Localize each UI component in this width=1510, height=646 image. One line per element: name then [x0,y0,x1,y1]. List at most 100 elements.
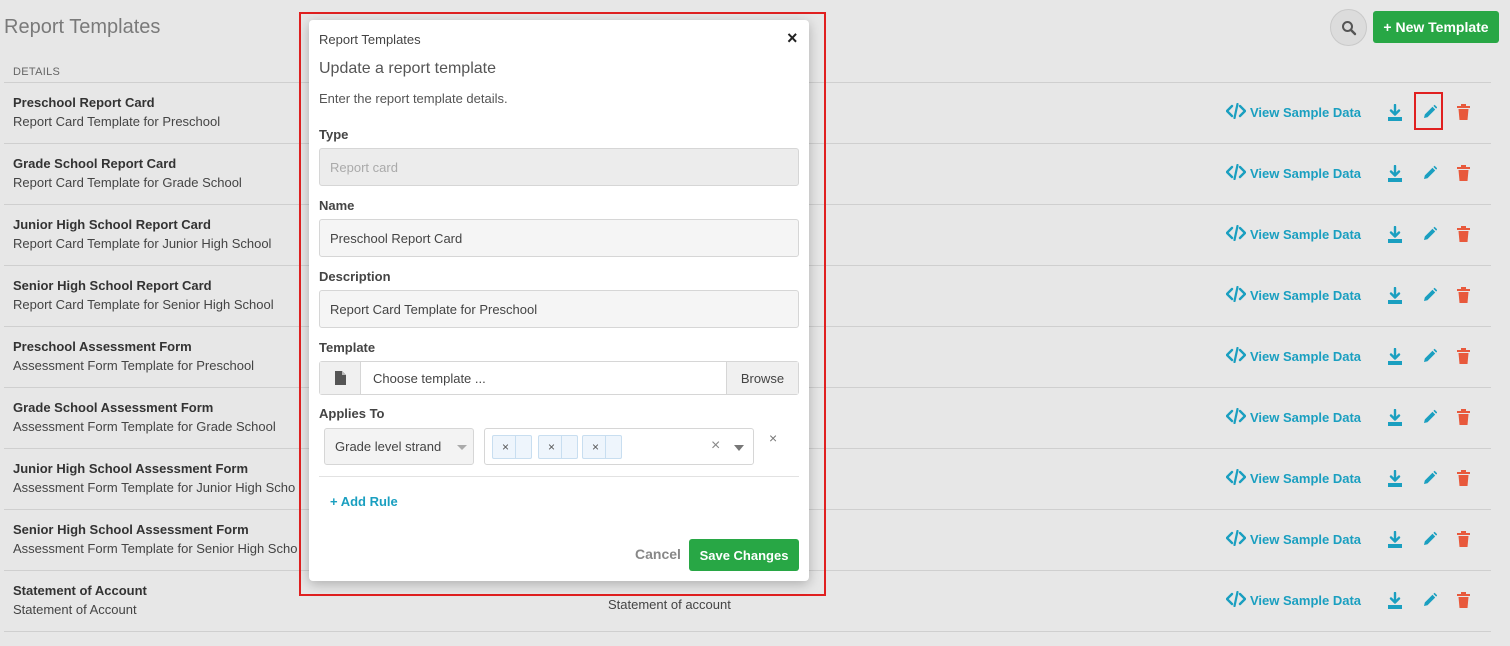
add-rule-link[interactable]: + Add Rule [330,494,398,509]
delete-icon[interactable] [1456,286,1471,304]
applies-to-label: Applies To [319,406,385,421]
cancel-button[interactable]: Cancel [635,546,681,562]
search-button[interactable] [1330,9,1367,46]
rule-divider [319,476,799,477]
modal-subtitle: Enter the report template details. [319,91,508,106]
edit-icon[interactable] [1421,225,1438,243]
rule-values-multiselect[interactable]: × × × × [484,428,754,465]
view-sample-data-link[interactable]: View Sample Data [1225,407,1361,427]
code-icon [1225,102,1247,122]
view-sample-data-label: View Sample Data [1250,227,1362,242]
remove-rule-icon[interactable]: × [769,430,777,446]
chevron-down-icon [457,445,467,450]
delete-icon[interactable] [1456,347,1471,365]
value-chip: × [538,435,578,459]
details-column-header: DETAILS [13,66,61,78]
download-icon[interactable] [1387,164,1403,183]
rule-field-select[interactable]: Grade level strand [324,428,474,465]
edit-icon[interactable] [1421,286,1438,304]
view-sample-data-label: View Sample Data [1250,593,1362,608]
edit-icon[interactable] [1421,408,1438,426]
download-icon[interactable] [1387,103,1403,122]
template-name: Preschool Assessment Form [13,339,192,354]
close-icon[interactable]: × [787,28,798,49]
view-sample-data-label: View Sample Data [1250,105,1362,120]
template-description: Report Card Template for Junior High Sch… [13,236,272,251]
type-label: Type [319,127,349,142]
description-field[interactable]: Report Card Template for Preschool [319,290,799,328]
delete-icon[interactable] [1456,164,1471,182]
delete-icon[interactable] [1456,591,1471,609]
template-file-input[interactable]: Choose template ... Browse [319,361,799,395]
download-icon[interactable] [1387,408,1403,427]
template-description: Report Card Template for Senior High Sch… [13,297,274,312]
download-icon[interactable] [1387,530,1403,549]
name-field[interactable]: Preschool Report Card [319,219,799,257]
view-sample-data-link[interactable]: View Sample Data [1225,529,1362,549]
template-description: Report Card Template for Preschool [13,114,221,129]
download-icon[interactable] [1387,469,1403,488]
update-template-modal: Report Templates × Update a report templ… [309,20,809,581]
chip-remove-icon[interactable]: × [502,440,509,454]
view-sample-data-link[interactable]: View Sample Data [1225,224,1362,244]
chip-remove-icon[interactable]: × [548,440,555,454]
edit-icon[interactable] [1421,530,1438,548]
template-name: Statement of Account [13,583,147,598]
edit-icon[interactable] [1421,469,1438,487]
code-icon [1225,346,1247,366]
template-name: Grade School Assessment Form [13,400,214,415]
view-sample-data-link[interactable]: View Sample Data [1225,346,1361,366]
modal-breadcrumb: Report Templates [319,32,421,47]
delete-icon[interactable] [1456,469,1471,487]
type-field: Report card [319,148,799,186]
download-icon[interactable] [1387,347,1403,366]
code-icon [1225,529,1247,549]
template-description: Assessment Form Template for Junior High… [13,480,296,495]
template-name: Senior High School Report Card [13,278,212,293]
save-changes-button[interactable]: Save Changes [689,539,799,571]
template-type: Statement of account [608,597,731,612]
view-sample-data-link[interactable]: View Sample Data [1225,163,1361,183]
delete-icon[interactable] [1456,530,1471,548]
new-template-button[interactable]: + New Template [1373,11,1499,43]
edit-icon[interactable] [1421,164,1438,182]
code-icon [1225,407,1247,427]
file-icon [320,362,361,394]
search-icon [1341,20,1356,35]
template-name: Junior High School Report Card [13,217,211,232]
delete-icon[interactable] [1456,103,1471,121]
delete-icon[interactable] [1456,408,1471,426]
edit-icon[interactable] [1421,591,1438,609]
code-icon [1225,285,1247,305]
download-icon[interactable] [1387,286,1403,305]
code-icon [1225,590,1247,610]
template-name: Senior High School Assessment Form [13,522,249,537]
chevron-down-icon[interactable] [734,445,744,451]
browse-button[interactable]: Browse [726,362,798,394]
view-sample-data-label: View Sample Data [1250,532,1362,547]
rule-field-value: Grade level strand [335,439,442,454]
template-label: Template [319,340,376,355]
view-sample-data-link[interactable]: View Sample Data [1225,285,1361,305]
template-description: Assessment Form Template for Senior High… [13,541,298,556]
chip-remove-icon[interactable]: × [592,440,599,454]
view-sample-data-label: View Sample Data [1250,471,1362,486]
template-file-placeholder: Choose template ... [373,370,486,386]
clear-icon[interactable]: × [711,437,720,455]
name-label: Name [319,198,355,213]
delete-icon[interactable] [1456,225,1471,243]
value-chip: × [492,435,532,459]
value-chip: × [582,435,622,459]
view-sample-data-link[interactable]: View Sample Data [1225,590,1362,610]
code-icon [1225,224,1247,244]
edit-icon[interactable] [1421,347,1438,365]
view-sample-data-link[interactable]: View Sample Data [1225,102,1362,122]
template-name: Preschool Report Card [13,95,155,110]
download-icon[interactable] [1387,225,1403,244]
description-label: Description [319,269,391,284]
download-icon[interactable] [1387,591,1403,610]
template-name: Grade School Report Card [13,156,177,171]
template-name: Junior High School Assessment Form [13,461,249,476]
view-sample-data-link[interactable]: View Sample Data [1225,468,1362,488]
template-description: Report Card Template for Grade School [13,175,242,190]
